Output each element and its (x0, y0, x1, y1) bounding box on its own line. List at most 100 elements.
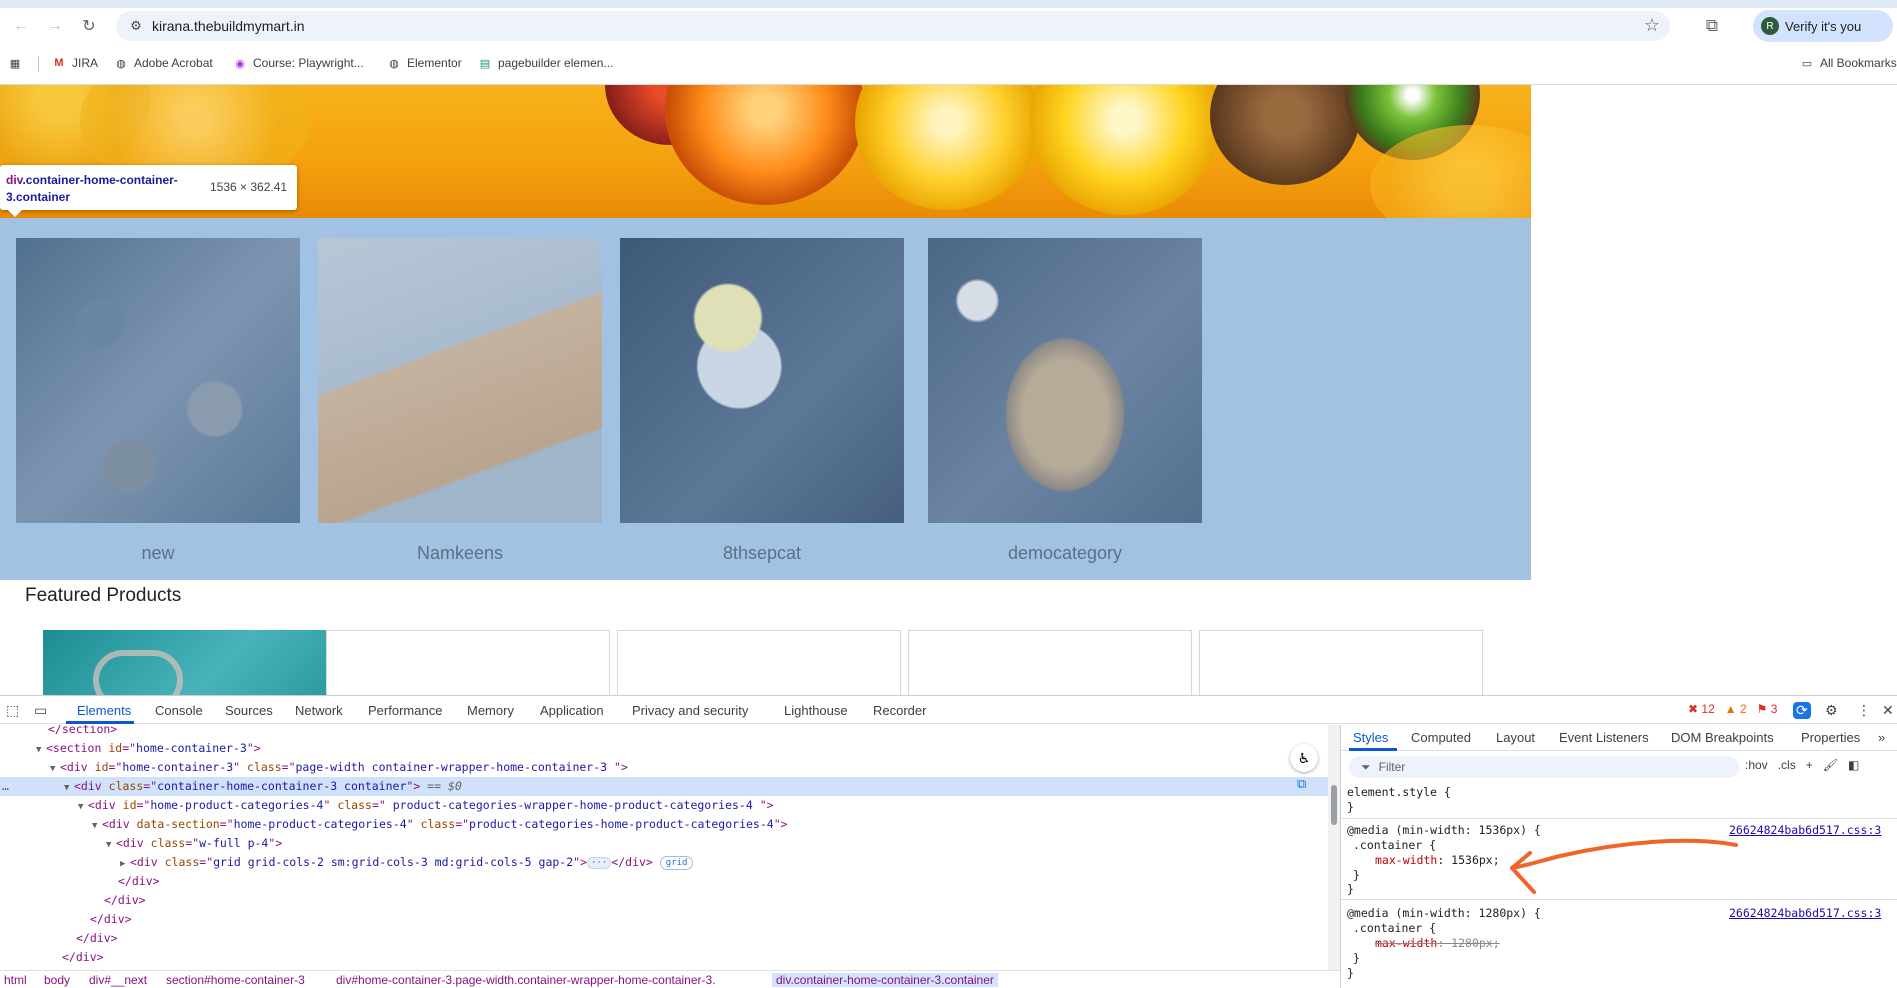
extensions-icon[interactable]: ⧉ (1701, 15, 1723, 37)
product-card[interactable] (1199, 630, 1483, 695)
product-card[interactable] (326, 630, 610, 695)
product-card[interactable] (43, 630, 327, 695)
rule-selector[interactable]: .container { (1353, 838, 1436, 852)
scrollbar-thumb[interactable] (1331, 785, 1337, 825)
tab-console[interactable]: Console (155, 703, 203, 718)
category-image[interactable] (928, 238, 1202, 523)
warning-count[interactable]: ▲ 2 (1725, 702, 1747, 716)
dom-node[interactable]: ▼ <div id="home-product-categories-4" cla… (0, 796, 1330, 815)
styles-filter-input[interactable]: ⏷ Filter (1349, 756, 1739, 778)
tab-properties[interactable]: Properties (1801, 730, 1860, 745)
back-icon[interactable]: ← (6, 12, 36, 40)
dom-node[interactable]: </div> (0, 891, 1330, 910)
forward-icon[interactable]: → (40, 12, 70, 40)
bookmark-item[interactable]: ◍ Adobe Acrobat (114, 54, 213, 72)
bookmark-star-icon[interactable]: ☆ (1644, 15, 1660, 36)
tab-sources[interactable]: Sources (225, 703, 273, 718)
issues-count[interactable]: ⚑ 3 (1757, 702, 1778, 716)
node-scroll-into-view-icon[interactable]: ⧉ (1297, 777, 1306, 792)
css-declaration[interactable]: max-width: 1536px; (1375, 853, 1500, 867)
verify-identity-button[interactable]: R Verify it's you (1753, 10, 1893, 42)
category-label[interactable]: Namkeens (318, 543, 602, 564)
source-text[interactable]: 26624824bab6d517.css:3 (1729, 823, 1881, 837)
apps-icon[interactable]: ▦ (8, 54, 22, 72)
breadcrumb-item[interactable]: html (4, 973, 27, 987)
all-bookmarks[interactable]: ▭ All Bookmarks (1800, 54, 1897, 72)
css-declaration-overridden[interactable]: max-width: 1280px; (1375, 936, 1500, 950)
reload-icon[interactable]: ↻ (74, 12, 104, 40)
hov-toggle[interactable]: :hov (1745, 758, 1768, 772)
dom-node[interactable]: ▼ <div data-section="home-product-categor… (0, 815, 1330, 834)
product-card[interactable] (617, 630, 901, 695)
close-icon[interactable]: ✕ (1882, 702, 1894, 719)
breadcrumb-item[interactable]: section#home-container-3 (166, 973, 305, 987)
inspect-element-icon[interactable]: ⬚ (6, 702, 19, 719)
new-rule-icon[interactable]: + (1806, 758, 1813, 772)
node-markup[interactable]: </div> (104, 893, 146, 907)
elements-scrollbar[interactable] (1328, 725, 1340, 970)
breadcrumb-item[interactable]: body (44, 973, 70, 987)
collapsed-ellipsis[interactable]: ··· (587, 856, 612, 869)
rule-source-link[interactable]: 26624824bab6d517.css:3 (1729, 823, 1881, 837)
bookmark-item[interactable]: ▤ pagebuilder elemen... (478, 54, 614, 72)
error-count[interactable]: ✖ 12 (1688, 702, 1715, 716)
device-toolbar-icon[interactable]: ▭ (34, 702, 47, 719)
tab-memory[interactable]: Memory (467, 703, 514, 718)
dom-node[interactable]: </div> (0, 910, 1330, 929)
rule-source-link[interactable]: 26624824bab6d517.css:3 (1729, 906, 1881, 920)
dom-node[interactable]: ▼ <section id="home-container-3"> (0, 739, 1330, 758)
category-card[interactable]: Namkeens (318, 238, 602, 563)
node-markup[interactable]: </div> (76, 931, 118, 945)
node-markup[interactable]: </div> (62, 950, 104, 964)
grid-badge[interactable]: grid (659, 855, 694, 870)
node-markup[interactable]: </div> (118, 874, 160, 888)
product-card[interactable] (908, 630, 1192, 695)
dom-node[interactable]: </section> (0, 725, 1330, 739)
category-label[interactable]: 8thsepcat (620, 543, 904, 564)
dom-node[interactable]: </div> (0, 929, 1330, 948)
element-style-open[interactable]: element.style { (1347, 785, 1451, 799)
bookmark-item[interactable]: M JIRA (52, 54, 98, 72)
node-markup[interactable]: <div id="home-product-categories-4" clas… (88, 798, 774, 812)
css-value[interactable]: 1536px; (1451, 853, 1499, 867)
more-options-icon[interactable]: ⋮ (1857, 702, 1871, 719)
category-card[interactable]: 8thsepcat (620, 238, 904, 563)
tab-recorder[interactable]: Recorder (873, 703, 926, 718)
node-markup[interactable]: <div class="w-full p-4"> (116, 836, 282, 850)
site-settings-icon[interactable]: ⚙ (126, 16, 146, 36)
dom-node[interactable]: </div> (0, 872, 1330, 891)
tab-network[interactable]: Network (295, 703, 343, 718)
source-text[interactable]: 26624824bab6d517.css:3 (1729, 906, 1881, 920)
url-text[interactable]: kirana.thebuildmymart.in (152, 18, 305, 34)
tab-computed[interactable]: Computed (1411, 730, 1471, 745)
node-actions-icon[interactable]: … (2, 777, 9, 796)
rule-selector[interactable]: .container { (1353, 921, 1436, 935)
breadcrumb-item[interactable]: div#__next (89, 973, 147, 987)
ai-assist-icon[interactable]: ⟳ (1793, 702, 1811, 719)
address-bar[interactable]: ⚙ kirana.thebuildmymart.in ☆ (116, 11, 1670, 41)
css-property[interactable]: max-width (1375, 853, 1437, 867)
category-card[interactable]: democategory (928, 238, 1202, 563)
node-markup[interactable]: <div class="container-home-container-3 c… (74, 779, 462, 793)
breadcrumb-item-active[interactable]: div.container-home-container-3.container (772, 973, 998, 987)
tab-elements[interactable]: Elements (77, 703, 131, 718)
node-markup[interactable]: <section id="home-container-3"> (46, 741, 261, 755)
paint-icon[interactable]: 🖌 (1823, 758, 1838, 772)
more-tabs-icon[interactable]: » (1878, 730, 1885, 745)
dom-node[interactable]: ▶ <div class="grid grid-cols-2 sm:grid-co… (0, 853, 1330, 872)
tab-dom-breakpoints[interactable]: DOM Breakpoints (1671, 730, 1774, 745)
bookmark-item[interactable]: ◍ Elementor (387, 54, 462, 72)
node-markup[interactable]: </div> (90, 912, 132, 926)
accessibility-tree-icon[interactable]: ♿ (1290, 744, 1318, 772)
cls-toggle[interactable]: .cls (1778, 758, 1796, 772)
category-card[interactable]: new (16, 238, 300, 563)
dom-node[interactable]: ▼ <div class="w-full p-4"> (0, 834, 1330, 853)
tab-layout[interactable]: Layout (1496, 730, 1535, 745)
tab-performance[interactable]: Performance (368, 703, 442, 718)
node-markup[interactable]: <div id="home-container-3" class="page-w… (60, 760, 628, 774)
gear-icon[interactable]: ⚙ (1825, 702, 1838, 719)
tab-application[interactable]: Application (540, 703, 604, 718)
category-image[interactable] (16, 238, 300, 523)
category-image[interactable] (620, 238, 904, 523)
tab-styles[interactable]: Styles (1353, 730, 1388, 745)
